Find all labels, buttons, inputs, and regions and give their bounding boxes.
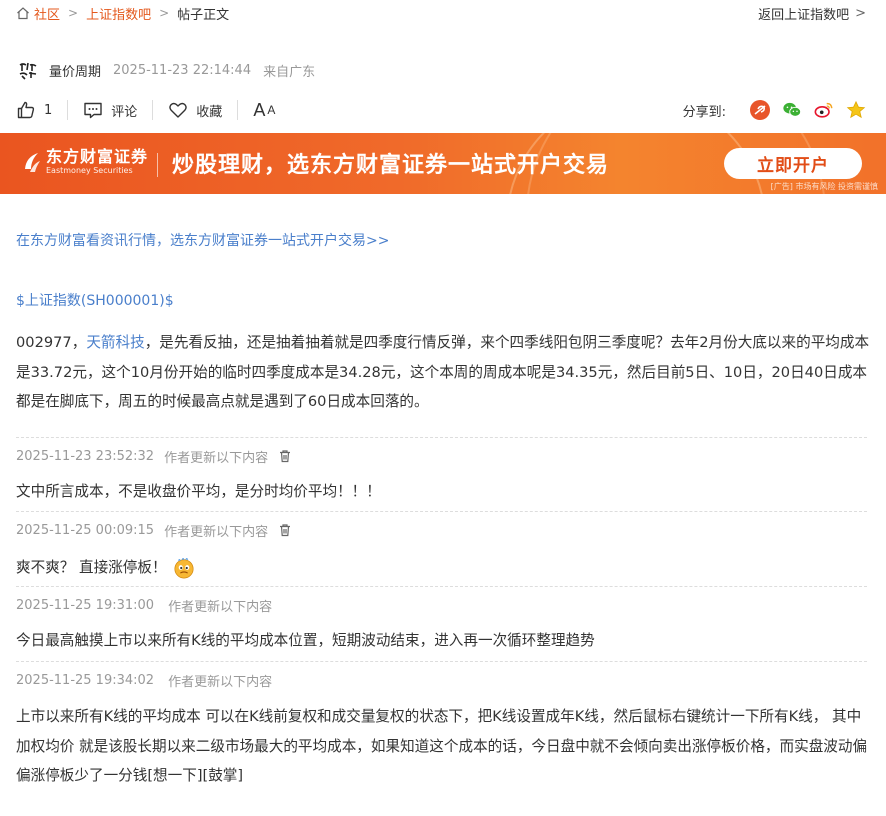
- breadcrumb-current: 帖子正文: [177, 7, 230, 23]
- comment-button[interactable]: 评论: [83, 98, 137, 122]
- divider: [152, 100, 154, 120]
- update-text: 今日最高触摸上市以来所有K线的平均成本位置，短期波动结束，进入再一次循环整理趋势: [16, 632, 595, 649]
- update-time: 2025-11-23 23:52:32: [16, 448, 155, 464]
- update-author-note: 作者更新以下内容: [168, 599, 273, 615]
- ad-banner[interactable]: 东方财富证券 Eastmoney Securities 炒股理财，选东方财富证券…: [0, 133, 886, 194]
- like-button[interactable]: 1: [16, 98, 52, 122]
- comment-label: 评论: [111, 104, 138, 120]
- update-author-note: 作者更新以下内容: [164, 524, 269, 540]
- author-name[interactable]: 量价周期: [49, 61, 101, 80]
- stock-tag-link[interactable]: $上证指数(SH000001)$: [16, 290, 174, 310]
- promo-link[interactable]: 在东方财富看资讯行情，选东方财富证券一站式开户交易>>: [16, 230, 389, 250]
- wechat-icon[interactable]: [782, 100, 802, 120]
- divider: [237, 100, 239, 120]
- trash-icon[interactable]: [278, 523, 292, 537]
- update-meta: 2025-11-23 23:52:32 作者更新以下内容: [16, 438, 867, 474]
- eastmoney-logo-icon: [25, 153, 40, 172]
- author-update: 2025-11-23 23:52:32 作者更新以下内容 文中所言成本，不是收盘…: [16, 437, 867, 515]
- update-time: 2025-11-25 00:09:15: [16, 522, 155, 538]
- heart-icon: [169, 102, 188, 118]
- post-time: 2025-11-23 22:14:44: [113, 62, 252, 78]
- avatar[interactable]: [16, 58, 40, 82]
- update-meta: 2025-11-25 19:31:00 作者更新以下内容: [16, 587, 867, 623]
- favorite-star-icon[interactable]: [846, 100, 866, 120]
- banner-logo: 东方财富证券 Eastmoney Securities: [22, 147, 148, 177]
- divider: [157, 153, 158, 177]
- author-update: 2025-11-25 00:09:15 作者更新以下内容 爽不爽？ 直接涨停板！: [16, 511, 867, 588]
- divider: [67, 100, 69, 120]
- share-label: 分享到:: [682, 104, 726, 120]
- back-to-bar-link[interactable]: 返回上证指数吧 >: [758, 4, 866, 23]
- font-size-large[interactable]: A: [253, 100, 265, 121]
- comment-icon: [84, 102, 102, 119]
- favorite-label: 收藏: [196, 104, 223, 120]
- thumbs-up-icon: [17, 101, 35, 119]
- font-size-small[interactable]: A: [267, 103, 275, 117]
- favorite-button[interactable]: 收藏: [168, 98, 222, 122]
- sina-weibo-icon[interactable]: [814, 100, 834, 120]
- update-author-note: 作者更新以下内容: [168, 674, 273, 690]
- like-count: 1: [44, 102, 53, 118]
- banner-logo-cn: 东方财富证券: [46, 147, 149, 166]
- sweat-emoji-icon: [174, 558, 194, 579]
- update-time: 2025-11-25 19:34:02: [16, 672, 155, 688]
- update-meta: 2025-11-25 19:34:02 作者更新以下内容: [16, 662, 867, 698]
- font-size-toggle[interactable]: AA: [253, 98, 275, 122]
- share-bar: 分享到:: [683, 98, 866, 122]
- chevron-right-icon: >: [159, 6, 170, 20]
- banner-slogan: 炒股理财，选东方财富证券一站式开户交易: [172, 153, 610, 178]
- home-icon[interactable]: [16, 6, 30, 20]
- update-text: 文中所言成本，不是收盘价平均，是分时均价平均！！！: [16, 483, 381, 500]
- breadcrumb: 社区 > 上证指数吧 > 帖子正文: [16, 4, 230, 23]
- ad-disclaimer: [广告] 市场有风险 投资需谨慎: [770, 182, 878, 191]
- update-author-note: 作者更新以下内容: [164, 450, 269, 466]
- update-text: 上市以来所有K线的平均成本 可以在K线前复权和成交量复权的状态下，把K线设置成年…: [16, 708, 868, 784]
- update-time: 2025-11-25 19:31:00: [16, 597, 155, 613]
- post-text: ，是先看反抽，还是抽着抽着就是四季度行情反弹，来个四季线阳包阴三季度呢？去年2月…: [16, 334, 870, 410]
- trash-icon[interactable]: [278, 449, 292, 463]
- weibo-tencent-icon[interactable]: [750, 100, 770, 120]
- avatar-calligraphy-icon: [19, 62, 37, 80]
- action-bar: 1 评论 收藏 AA: [16, 98, 275, 122]
- author-line: 量价周期 2025-11-23 22:14:44 来自广东: [16, 58, 315, 82]
- open-account-button[interactable]: 立即开户: [724, 148, 862, 179]
- update-text-row: 爽不爽？ 直接涨停板！: [16, 548, 867, 588]
- post-location: 来自广东: [263, 64, 316, 80]
- update-text: 爽不爽？ 直接涨停板！: [16, 559, 167, 576]
- update-meta: 2025-11-25 00:09:15 作者更新以下内容: [16, 512, 867, 548]
- banner-logo-en: Eastmoney Securities: [46, 166, 133, 175]
- chevron-right-icon: >: [68, 6, 79, 20]
- breadcrumb-community[interactable]: 社区: [34, 4, 60, 23]
- author-update: 2025-11-25 19:34:02 作者更新以下内容 上市以来所有K线的平均…: [16, 661, 867, 791]
- author-update: 2025-11-25 19:31:00 作者更新以下内容 今日最高触摸上市以来所…: [16, 586, 867, 662]
- stock-name-link[interactable]: 天箭科技: [86, 334, 144, 351]
- post-body: 002977，天箭科技，是先看反抽，还是抽着抽着就是四季度行情反弹，来个四季线阳…: [16, 328, 871, 417]
- post-code: 002977，: [16, 334, 87, 351]
- breadcrumb-bar[interactable]: 上证指数吧: [86, 4, 151, 23]
- chevron-right-icon: >: [855, 6, 866, 21]
- back-link-label[interactable]: 返回上证指数吧: [758, 4, 849, 23]
